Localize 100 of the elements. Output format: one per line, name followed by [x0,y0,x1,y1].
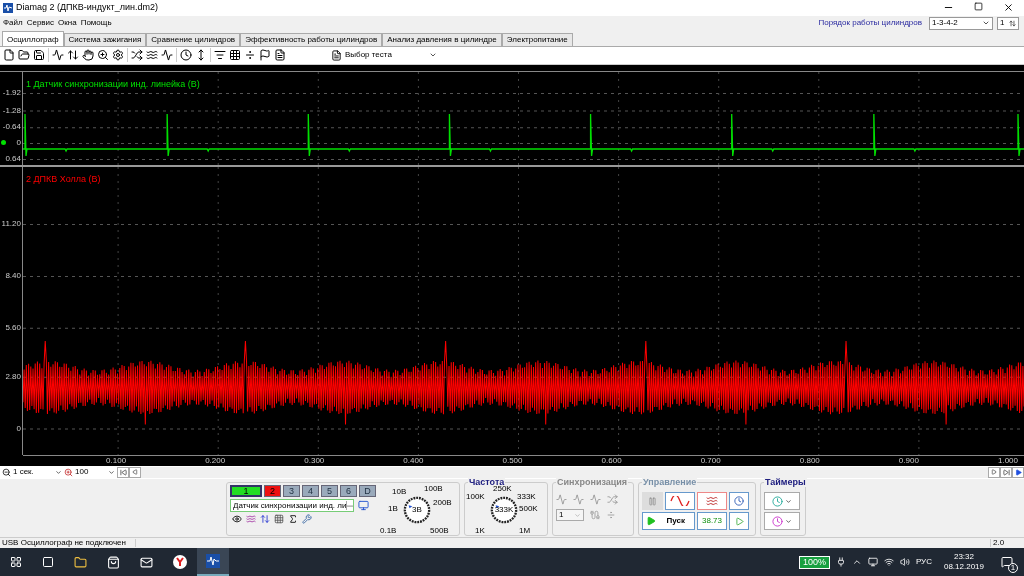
folder-icon[interactable] [74,555,87,569]
channel-button[interactable]: 6 [340,485,357,498]
cylinder-order-label: Порядок работы цилиндров [818,19,922,28]
test-select-dropdown[interactable]: Выбор теста [329,47,439,63]
language-indicator[interactable]: РУС [915,556,932,568]
knob-scale-label: 1В [388,505,398,514]
x-tick-label: 0.100 [106,456,127,465]
y-tick-label: 5.60 [5,323,21,332]
knob-scale-label: 0.1В [380,527,397,536]
x-tick-label: 1.000 [997,456,1018,465]
maximize-icon[interactable] [974,2,983,12]
knob-scale-label: 100K [466,493,485,502]
zoom-in-icon[interactable] [64,467,73,477]
windows-start-icon[interactable] [10,556,22,568]
clock-icon[interactable] [772,515,783,527]
tab[interactable]: Сравнение цилиндров [146,32,241,46]
tab[interactable]: Осциллограф [2,30,64,46]
message-icon[interactable] [1001,556,1013,568]
channel-button[interactable]: 4 [302,485,319,498]
caret-icon[interactable] [785,517,792,525]
wifi-icon[interactable] [883,557,894,567]
trace-icon[interactable] [161,49,173,62]
zoom-out-icon[interactable] [2,467,11,477]
gear-icon[interactable] [112,49,124,62]
grid-icon[interactable] [229,49,241,62]
clock[interactable]: 23:32 08.12.2019 [943,552,984,572]
tab[interactable]: Эффективность работы цилиндров [240,32,383,46]
browser-icon[interactable] [173,555,187,569]
menu-item[interactable]: Сервис [26,19,55,28]
menu-item[interactable]: Файл [3,19,23,28]
channel-source-field[interactable]: Датчик синхронизации инд. ли [230,499,354,513]
store-bag-icon[interactable] [107,555,120,569]
oscilloscope-app-icon[interactable] [197,548,229,576]
cylinder-order-select[interactable]: 1-3-4-2 [929,16,993,30]
sine-button[interactable] [665,492,695,511]
tab[interactable]: Система зажигания [63,32,147,46]
divide-icon[interactable] [244,49,256,62]
save-icon[interactable] [33,49,45,62]
y-tick-label: 2.80 [5,372,21,381]
record-button[interactable] [729,492,749,511]
compare-button[interactable] [697,492,727,511]
menu-item[interactable]: Помощь [80,19,112,28]
function-icon[interactable] [288,514,298,525]
monitor-icon[interactable] [867,557,878,567]
voltage-knob[interactable] [403,496,431,525]
mail-icon[interactable] [140,555,153,569]
monitor-icon[interactable] [358,500,369,512]
start-button[interactable]: Пуск [642,512,695,531]
vertical-arrows-icon[interactable] [67,49,79,62]
menu-item[interactable]: Окна [58,19,77,28]
x-tick-label: 0.200 [205,456,226,465]
channel-button[interactable]: 3 [283,485,300,498]
close-icon[interactable] [1003,2,1014,14]
eye-icon[interactable] [232,514,242,525]
task-view-icon[interactable] [42,556,54,568]
y-tick-label: 8.40 [5,272,21,281]
y-tick-label: -0.64 [2,123,21,132]
version-label: 2.0 [990,539,1024,548]
window-title: Diamag 2 (ДПКВ-индукт_лин.dm2) [16,3,158,13]
zoom-icon[interactable] [97,49,109,62]
channel-button[interactable]: 5 [321,485,338,498]
plug-icon[interactable] [835,557,846,567]
notifications-button[interactable]: 1 [996,551,1018,573]
knob-scale-label: 500В [430,527,449,536]
sync-channel-select[interactable]: 1 [556,509,584,522]
cylinder-spinner[interactable]: 1 [997,16,1019,30]
x-tick-label: 0.900 [898,456,919,465]
channel-title: 2 ДПКВ Холла (В) [26,174,101,184]
caret-icon[interactable] [55,468,62,476]
knob-value: 333K [493,506,515,515]
channel-marker-icon [1,140,6,146]
spinner-arrows-icon[interactable] [1009,19,1016,27]
y-tick-label: 11.20 [1,220,21,229]
caret-icon[interactable] [785,497,792,505]
group-title: Управление [642,478,698,488]
caret-icon[interactable] [108,468,115,476]
chevron-up-icon[interactable] [851,557,862,567]
group-title: Синхронизация [556,478,629,488]
folder-icon[interactable] [18,49,30,62]
channel-button[interactable]: 2 [264,485,281,498]
hand-icon[interactable] [82,49,94,62]
waves-icon[interactable] [146,49,158,62]
volume-icon[interactable] [899,557,910,567]
funnel-icon[interactable] [214,49,226,62]
time-reading: 38.73 [697,512,727,531]
tab[interactable]: Электропитание [501,32,573,46]
timer-button[interactable] [764,512,800,531]
auto-button[interactable] [729,512,749,531]
frequency-knob[interactable] [490,496,518,525]
flag-icon[interactable] [259,49,271,62]
time-scale-select[interactable]: 1 сек. [11,468,64,477]
clock-icon[interactable] [734,496,744,507]
channel-button[interactable]: D [359,485,376,498]
tab[interactable]: Анализ давления в цилиндре [382,32,502,46]
zoom-select[interactable]: 100 [73,468,117,477]
channel-button[interactable]: 1 [230,485,262,498]
document-icon[interactable] [274,49,286,62]
new-file-icon[interactable] [3,49,15,62]
x-tick-label: 0.300 [304,456,325,465]
knob-value: 3В [411,506,423,515]
